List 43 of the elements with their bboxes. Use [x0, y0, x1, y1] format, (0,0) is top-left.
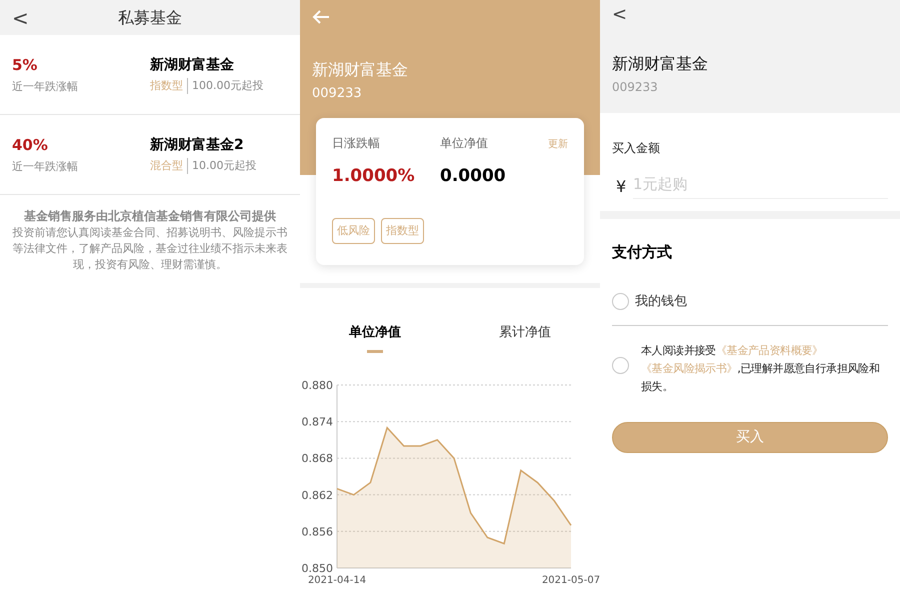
fund-name: 新湖财富基金 — [312, 59, 409, 81]
change-label: 近一年跌涨幅 — [12, 158, 79, 174]
radio-button[interactable] — [612, 292, 629, 310]
chart-tab[interactable]: 单位净值 — [349, 323, 401, 357]
y-tick-label: 0.880 — [302, 379, 333, 392]
page-title: 私募基金 — [118, 6, 182, 28]
currency-symbol: ¥ — [615, 176, 628, 198]
fund-type: 指数型 — [150, 78, 188, 94]
change-value: 5% — [12, 55, 38, 76]
fund-name: 新湖财富基金 — [150, 56, 235, 75]
agreement-text: 本人阅读并接受《基金产品资料概要》 《基金风险揭示书》,已理解并愿意自行承担风险和损失。 — [641, 343, 881, 395]
back-button[interactable]: < — [12, 8, 29, 28]
min-investment: 100.00元起投 — [191, 78, 264, 94]
fund-name: 新湖财富基金 — [612, 53, 709, 75]
chart-tab[interactable]: 累计净值 — [499, 323, 551, 357]
amount-label: 买入金额 — [612, 141, 660, 155]
fund-code: 009233 — [612, 79, 659, 96]
min-investment: 10.00元起投 — [191, 158, 256, 174]
stat-label: 单位净值 — [440, 135, 489, 152]
disclaimer-text: 投资前请您认真阅读基金合同、招募说明书、风险提示书等法律文件，了解产品风险，基金过往业绩不指示未来表现，投资有风险、理财需谨慎。 — [12, 225, 288, 273]
change-value: 40% — [12, 135, 49, 156]
back-arrow-icon[interactable] — [312, 9, 330, 25]
fund-type: 混合型 — [150, 158, 188, 174]
y-tick-label: 0.856 — [302, 525, 333, 538]
stat-label: 日涨跌幅 — [332, 135, 381, 152]
y-tick-label: 0.868 — [302, 452, 333, 466]
change-label: 近一年跌涨幅 — [12, 78, 79, 94]
payment-title: 支付方式 — [612, 242, 673, 263]
fund-code: 009233 — [312, 85, 363, 103]
back-button[interactable]: < — [612, 6, 628, 24]
tag: 低风险 — [332, 218, 375, 244]
payment-option-label: 我的钱包 — [635, 292, 687, 310]
disclaimer-title: 基金销售服务由北京植信基金销售有限公司提供 — [23, 208, 277, 225]
x-tick-label: 2021-04-14 — [308, 575, 366, 586]
x-tick-label: 2021-05-07 — [542, 575, 600, 586]
y-tick-label: 0.850 — [302, 562, 333, 575]
fund-name: 新湖财富基金2 — [150, 136, 245, 155]
y-tick-label: 0.862 — [302, 488, 333, 502]
tag: 指数型 — [381, 218, 424, 244]
radio-button[interactable] — [612, 357, 629, 374]
stat-value: 0.0000 — [440, 165, 507, 188]
y-tick-label: 0.874 — [302, 416, 333, 429]
stat-value: 1.0000% — [332, 165, 416, 188]
